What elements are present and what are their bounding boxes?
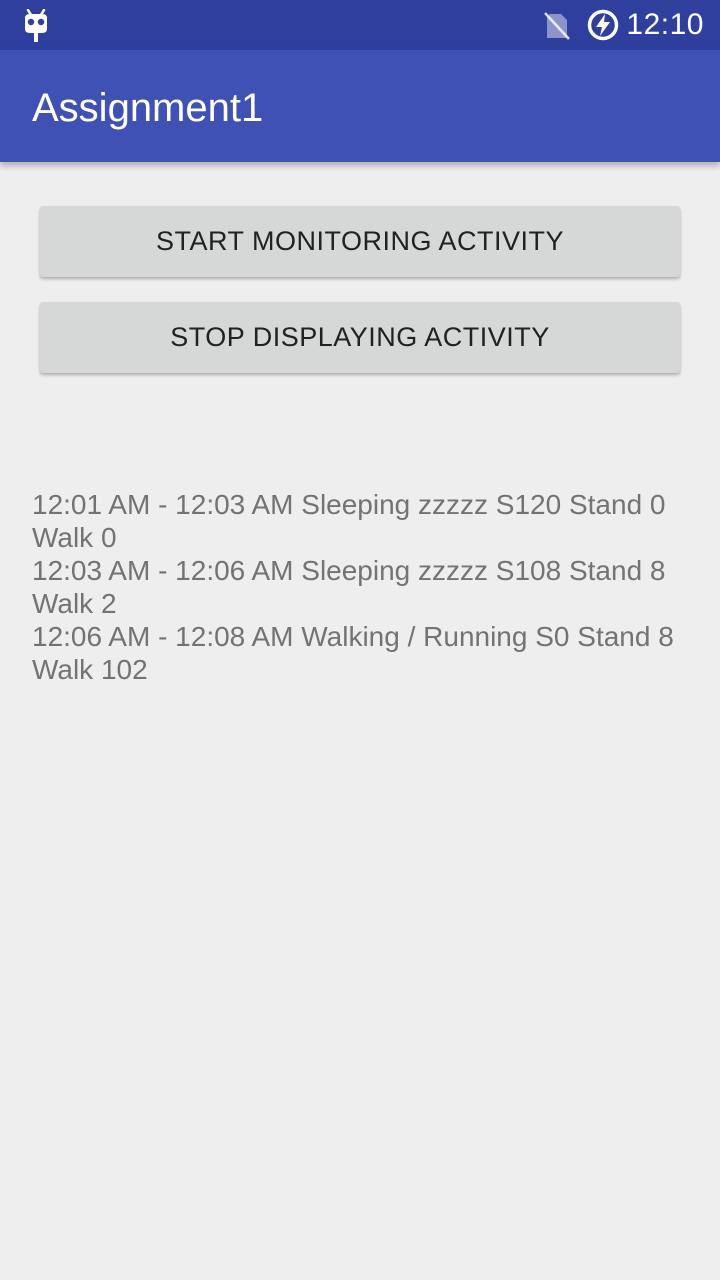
status-bar: 12:10 [0,0,720,50]
android-debug-icon [22,8,50,43]
list-item: 12:03 AM - 12:06 AM Sleeping zzzzz S108 … [32,555,674,619]
app-bar: Assignment1 [0,50,720,162]
page-title: Assignment1 [32,86,264,130]
battery-charging-icon [586,8,620,42]
stop-displaying-button[interactable]: STOP DISPLAYING ACTIVITY [40,302,680,373]
activity-log: 12:01 AM - 12:03 AM Sleeping zzzzz S120 … [32,488,682,686]
list-item: 12:01 AM - 12:03 AM Sleeping zzzzz S120 … [32,489,674,553]
status-time: 12:10 [626,8,704,41]
start-monitoring-button[interactable]: START MONITORING ACTIVITY [40,206,680,277]
list-item: 12:06 AM - 12:08 AM Walking / Running S0… [32,621,682,685]
no-sim-icon [543,11,571,41]
